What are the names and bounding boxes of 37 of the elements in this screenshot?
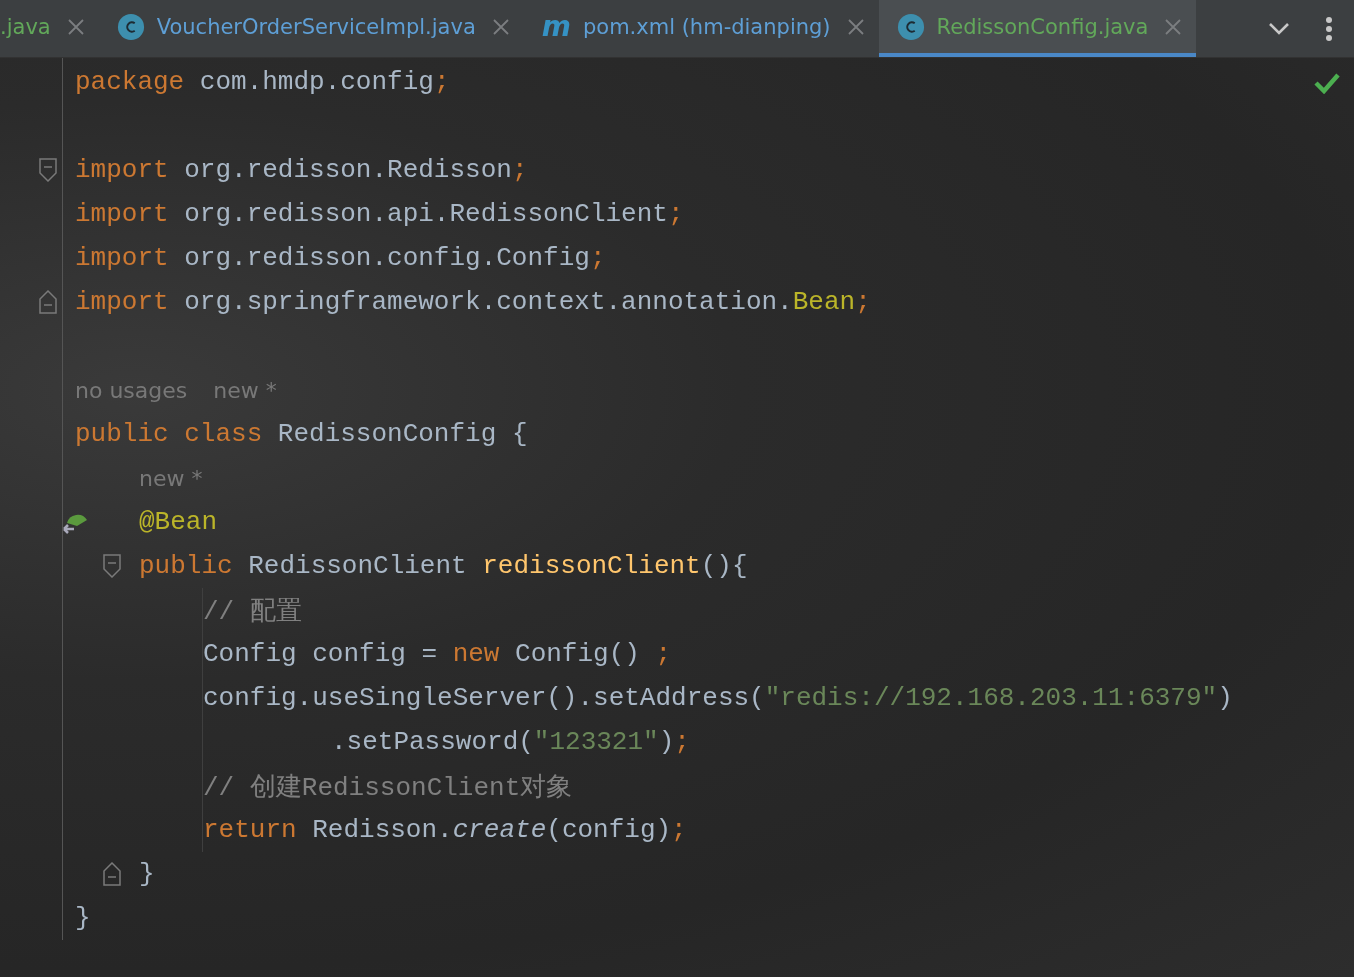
code-line: } [139,859,155,889]
code-line: // 配置 [203,595,302,628]
code-line: Config config = new Config() ; [203,639,672,669]
check-icon[interactable] [1314,72,1340,94]
code-line: import org.redisson.Redisson; [75,155,528,185]
code-line: @Bean [139,507,217,537]
code-line: config.useSingleServer().setAddress("redis://192.168.203.11:6379") [203,683,1233,713]
usage-hint[interactable]: no usages [75,377,188,403]
class-icon [116,12,145,41]
code-line: package com.hmdp.config; [75,67,450,97]
maven-icon: m [541,10,571,43]
code-line: public RedissonClient redissonClient(){ [139,551,748,581]
code-line: public class RedissonConfig { [75,419,528,449]
code-line: // 创建RedissonClient对象 [203,771,573,804]
class-icon [896,12,925,41]
file-tab[interactable]: VoucherOrderServiceImpl.java [98,0,524,57]
close-icon[interactable] [846,17,865,36]
chevron-down-icon[interactable] [1268,21,1290,36]
more-icon[interactable] [1325,15,1333,42]
code-line: import org.springframework.context.annotation.Bean; [75,287,871,317]
usage-hint[interactable]: new * [139,465,203,491]
close-icon[interactable] [66,17,85,36]
file-tab[interactable]: .java [0,0,99,57]
code-line: return Redisson.create(config); [203,815,687,845]
code-line: } [75,903,91,933]
fold-icon[interactable] [103,862,121,886]
close-icon[interactable] [1164,17,1183,36]
fold-icon[interactable] [39,158,57,182]
close-icon[interactable] [491,17,510,36]
file-tab[interactable]: m pom.xml (hm-dianping) [523,0,879,57]
code-line: .setPassword("123321"); [331,727,690,757]
fold-icon[interactable] [103,554,121,578]
file-tab[interactable]: RedissonConfig.java [878,0,1197,57]
usage-hint[interactable]: new * [213,377,277,403]
code-line: import org.redisson.config.Config; [75,243,606,273]
fold-icon[interactable] [39,290,57,314]
code-line: import org.redisson.api.RedissonClient; [75,199,684,229]
